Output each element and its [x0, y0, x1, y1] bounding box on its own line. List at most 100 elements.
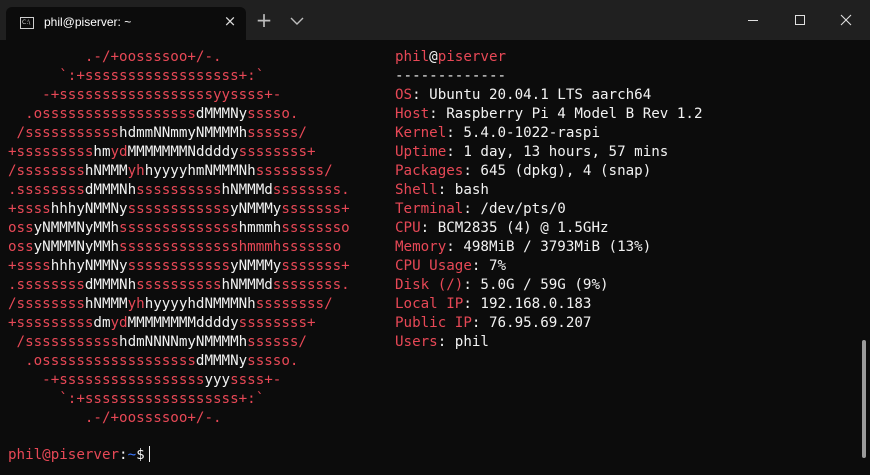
logo-segment: .ssssssss	[8, 277, 85, 293]
info-key: Kernel	[395, 125, 447, 141]
logo-segment: dm	[93, 315, 111, 331]
info-key: OS	[395, 87, 413, 103]
logo-segment: ssssssssss	[136, 277, 222, 293]
logo-line: `:+ssssssssssssssssss+:`	[8, 67, 264, 86]
info-value: bash	[446, 182, 489, 198]
info-key: Memory	[395, 239, 447, 255]
prompt-path: ~	[127, 447, 137, 463]
logo-segment: ssssss/	[247, 125, 307, 141]
logo-segment: hyyyyhdNMMMNh	[144, 296, 256, 312]
logo-segment: hNMMMd	[221, 182, 273, 198]
info-key: Users	[395, 334, 438, 350]
logo-segment: ssssssss/	[255, 296, 333, 312]
logo-segment: /ssssssss	[8, 163, 85, 179]
info-colon: :	[446, 144, 455, 160]
tab-active[interactable]: phil@piserver: ~ ×	[6, 7, 246, 40]
info-value: Raspberry Pi 4 Model B Rev 1.2	[437, 106, 703, 122]
title-bar: phil@piserver: ~ × +	[0, 0, 870, 40]
info-key: Public IP	[395, 315, 472, 331]
tab-dropdown-button[interactable]	[288, 12, 306, 30]
info-row: Disk (/): 5.0G / 59G (9%)	[395, 276, 609, 295]
logo-segment: yd	[110, 315, 128, 331]
info-colon: :	[446, 125, 455, 141]
info-value: 498MiB / 3793MiB (13%)	[454, 239, 652, 255]
info-value: 76.95.69.207	[480, 315, 592, 331]
logo-segment: +ssss	[8, 201, 51, 217]
logo-line: +ssssssssshmydMMMMMMMNddddyssssssss+	[8, 143, 316, 162]
logo-segment: yNMMMNyMMh	[33, 239, 120, 255]
shell-prompt[interactable]: phil@piserver:~$	[8, 446, 150, 465]
logo-segment: ssssssss.	[272, 277, 350, 293]
logo-segment: /sssssssssss	[8, 125, 120, 141]
logo-segment: dMMMNy	[195, 106, 248, 122]
logo-segment: sssssss+	[281, 201, 350, 217]
logo-segment: MMMMMMMMddddy	[127, 315, 239, 331]
info-key: Host	[395, 106, 430, 122]
prompt-colon: :	[119, 447, 128, 463]
logo-line: -+ssssssssssssssssssyyssss+-	[8, 86, 281, 105]
logo-segment: ssssssssss	[136, 182, 222, 198]
logo-segment: +sssssssss	[8, 144, 94, 160]
logo-segment: +ssss	[8, 258, 51, 274]
terminal-output[interactable]: .-/+oossssoo+/-. `:+ssssssssssssssssss+:…	[0, 40, 860, 475]
logo-segment: ssssssss/	[255, 163, 333, 179]
maximize-button[interactable]	[788, 8, 812, 32]
info-user: phil	[395, 49, 430, 65]
logo-segment: ssssssssssssss	[119, 220, 239, 236]
info-colon: :	[463, 296, 472, 312]
logo-segment: /ssssssss	[8, 296, 85, 312]
scrollbar-thumb[interactable]	[862, 340, 866, 458]
logo-segment: hdmNNNNmyNMMMMh	[119, 334, 248, 350]
logo-segment: `:+ssssssssssssssssss+:`	[8, 68, 265, 84]
logo-line: +sssshhhyNMMNyssssssssssssyNMMMysssssss+	[8, 257, 350, 276]
logo-segment: hmmmh	[238, 220, 282, 236]
logo-segment: sssso.	[247, 353, 299, 369]
info-row: Public IP: 76.95.69.207	[395, 314, 591, 333]
logo-segment: sssssss+	[281, 258, 350, 274]
info-key: Uptime	[395, 144, 447, 160]
prompt-user-host: phil@piserver	[8, 447, 120, 463]
logo-line: /ssssssssssshdmNNNNmyNMMMMhssssss/	[8, 333, 307, 352]
info-value: Ubuntu 20.04.1 LTS aarch64	[420, 87, 652, 103]
info-key: CPU Usage	[395, 258, 472, 274]
info-colon: :	[463, 277, 472, 293]
logo-segment: hyyyyhmNMMMNh	[144, 163, 256, 179]
logo-segment: yh	[127, 163, 145, 179]
logo-segment: +sssssssss	[8, 315, 94, 331]
minimize-button[interactable]	[741, 8, 765, 32]
logo-line: ossyNMMMNyMMhsssssssssssssshmmmhssssssso	[8, 219, 350, 238]
logo-segment: yNMMMy	[230, 258, 282, 274]
info-colon: :	[446, 239, 455, 255]
info-key: Terminal	[395, 201, 464, 217]
logo-line: /sssssssshNMMMyhhyyyyhdNMMMNhssssssss/	[8, 295, 333, 314]
logo-segment: hhhyNMMNy	[50, 201, 128, 217]
info-colon: :	[429, 106, 438, 122]
logo-segment: yd	[110, 144, 128, 160]
logo-segment: .-/+oossssoo+/-.	[8, 49, 222, 65]
info-value: 645 (dpkg), 4 (snap)	[471, 163, 652, 179]
logo-segment: yh	[127, 296, 145, 312]
close-window-button[interactable]	[834, 8, 858, 32]
info-row: CPU Usage: 7%	[395, 257, 506, 276]
logo-segment: oss	[8, 239, 34, 255]
logo-line: .-/+oossssoo+/-.	[8, 409, 222, 428]
info-value: phil	[446, 334, 489, 350]
logo-segment: .-/+oossssoo+/-.	[8, 410, 222, 426]
new-tab-button[interactable]: +	[254, 10, 274, 30]
info-at: @	[429, 49, 438, 65]
info-row: Kernel: 5.4.0-1022-raspi	[395, 124, 600, 143]
info-value: 192.168.0.183	[471, 296, 592, 312]
logo-segment: ssssssss+	[238, 144, 316, 160]
info-value: /dev/pts/0	[471, 201, 566, 217]
terminal-app-icon	[20, 17, 34, 29]
logo-segment: ssssssss+	[238, 315, 316, 331]
logo-line: .ossssssssssssssssssdMMMNysssso.	[8, 352, 298, 371]
tab-close-button[interactable]: ×	[222, 11, 238, 31]
info-key: Packages	[395, 163, 464, 179]
info-separator: -------------	[395, 68, 507, 84]
logo-segment: sssssssssssssshmmmhsssssso	[119, 239, 342, 255]
info-value: BCM2835 (4) @ 1.5GHz	[429, 220, 609, 236]
logo-segment: -+ssssssssssssssssssyyssss+-	[8, 87, 282, 103]
maximize-icon	[795, 15, 805, 25]
logo-segment: hdmmNNmmyNMMMMh	[119, 125, 248, 141]
